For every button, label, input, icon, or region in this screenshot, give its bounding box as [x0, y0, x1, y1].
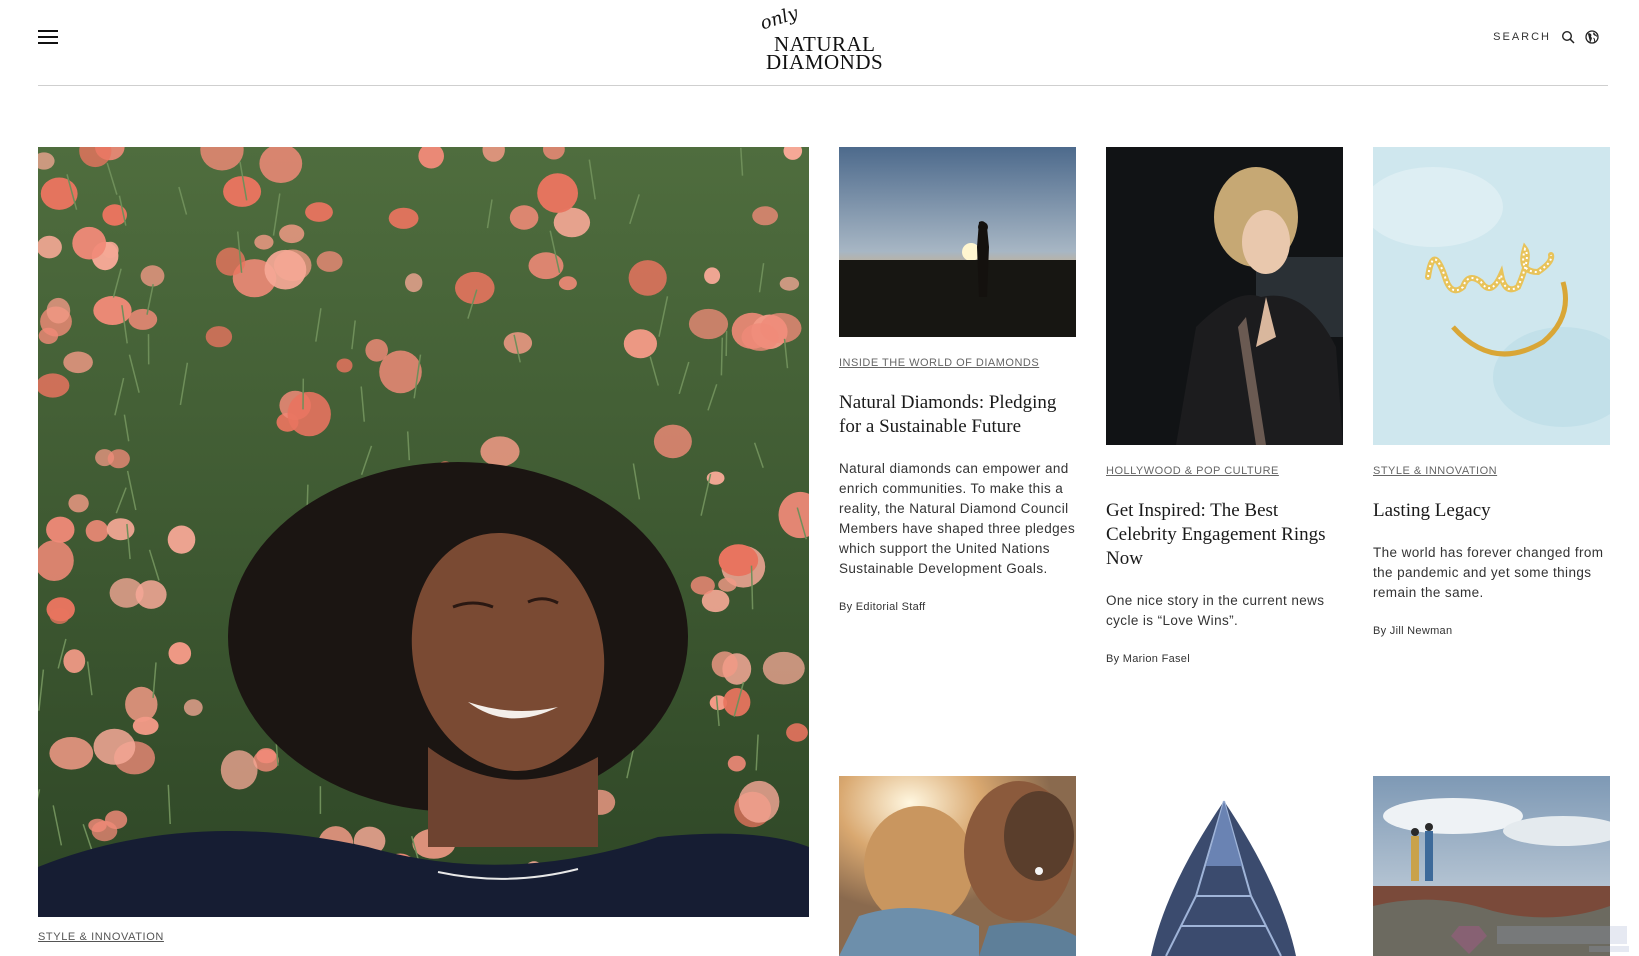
poppy-flower — [107, 449, 130, 469]
hamburger-menu-icon[interactable] — [38, 30, 58, 46]
poppy-flower — [49, 737, 94, 770]
poppy-flower — [762, 651, 805, 685]
poppy-flower — [128, 308, 158, 330]
poppy-flower — [723, 688, 751, 717]
poppy-flower — [388, 207, 419, 229]
poppy-flower — [264, 249, 307, 290]
poppy-flower — [628, 260, 667, 296]
article-byline: By Marion Fasel — [1106, 653, 1190, 665]
site-header: only NATURAL DIAMONDS SEARCH — [0, 0, 1639, 86]
article-byline: By Editorial Staff — [839, 601, 926, 613]
poppy-flower — [537, 173, 578, 213]
poppy-flower — [106, 518, 135, 541]
poppy-flower — [727, 755, 746, 772]
poppy-flower — [752, 206, 778, 226]
article-category-link[interactable]: STYLE & INNOVATION — [1373, 465, 1610, 477]
poppy-flower — [336, 358, 353, 373]
hero-category-link[interactable]: STYLE & INNOVATION — [38, 931, 164, 943]
poppy-flower — [140, 265, 165, 287]
poppy-flower — [49, 608, 70, 624]
poppy-flower — [704, 267, 721, 284]
couple-photo-illustration — [839, 776, 1076, 956]
poppy-flower — [105, 810, 128, 830]
article-excerpt: The world has forever changed from the p… — [1373, 545, 1604, 600]
watermark-logo — [1451, 926, 1629, 954]
poppy-flower — [63, 649, 86, 673]
article-excerpt: Natural diamonds can empower and enrich … — [839, 461, 1076, 576]
poppy-flower — [63, 351, 93, 374]
poppy-flower — [46, 516, 75, 543]
poppy-flower — [509, 205, 539, 230]
poppy-flower — [68, 494, 89, 513]
poppy-flower — [223, 176, 262, 207]
poppy-flower — [125, 686, 158, 723]
poppy-flower — [85, 520, 109, 542]
poppy-flower — [93, 728, 136, 765]
poppy-flower — [287, 391, 331, 437]
celebrity-photo-illustration — [1106, 147, 1343, 445]
poppy-flower — [93, 296, 132, 325]
poppy-flower — [786, 723, 808, 742]
poppy-flower — [220, 750, 258, 790]
article-byline: By Jill Newman — [1373, 625, 1453, 637]
poppy-flower — [135, 580, 167, 609]
poppy-flower — [205, 326, 233, 348]
poppy-flower — [558, 276, 577, 291]
grass-stem — [720, 337, 724, 376]
search-label[interactable]: SEARCH — [1493, 31, 1551, 43]
poppy-flower — [183, 699, 203, 716]
article-thumbnail[interactable] — [839, 776, 1076, 956]
poppy-flower — [690, 576, 715, 595]
article-card: STYLE & INNOVATION Lasting Legacy The wo… — [1373, 147, 1610, 637]
article-card: HOLLYWOOD & POP CULTURE Get Inspired: Th… — [1106, 147, 1343, 665]
poppy-flower — [316, 251, 343, 272]
poppy-flower — [718, 577, 737, 592]
header-actions: SEARCH — [1493, 30, 1599, 44]
hero-image[interactable] — [38, 147, 809, 917]
article-thumbnail[interactable] — [839, 147, 1076, 337]
poppy-flower — [132, 716, 159, 736]
globe-icon[interactable] — [1585, 30, 1599, 44]
poppy-flower — [167, 525, 196, 554]
article-category-link[interactable]: HOLLYWOOD & POP CULTURE — [1106, 465, 1343, 477]
poppy-flower — [688, 308, 729, 340]
article-excerpt: One nice story in the current news cycle… — [1106, 593, 1325, 628]
article-title-link[interactable]: Lasting Legacy — [1373, 499, 1610, 523]
logo-script-text: only — [757, 2, 801, 35]
poppy-flower — [741, 323, 779, 351]
article-thumbnail[interactable] — [1106, 147, 1343, 445]
poppy-flower — [623, 329, 658, 359]
poppy-flower — [779, 276, 800, 291]
article-category-link[interactable]: INSIDE THE WORLD OF DIAMONDS — [839, 357, 1076, 369]
poppy-flower — [738, 780, 780, 823]
article-thumbnail[interactable] — [1106, 776, 1343, 956]
poppy-flower — [653, 424, 692, 459]
poppy-flower — [254, 234, 274, 250]
site-logo[interactable]: only NATURAL DIAMONDS — [756, 3, 891, 74]
article-title-link[interactable]: Natural Diamonds: Pledging for a Sustain… — [839, 391, 1076, 439]
header-divider — [38, 85, 1608, 86]
article-card: INSIDE THE WORLD OF DIAMONDS Natural Dia… — [839, 147, 1076, 613]
hero-photo-illustration — [38, 147, 809, 917]
love-ring-photo-illustration — [1373, 147, 1610, 445]
search-icon[interactable] — [1561, 30, 1575, 44]
article-title-link[interactable]: Get Inspired: The Best Celebrity Engagem… — [1106, 499, 1343, 571]
poppy-flower — [305, 202, 333, 222]
poppy-flower — [405, 273, 423, 293]
poppy-flower — [455, 271, 495, 305]
poppy-flower — [46, 297, 71, 324]
poppy-flower — [72, 226, 107, 260]
poppy-flower — [279, 224, 305, 244]
article-thumbnail[interactable] — [1373, 147, 1610, 445]
poppy-flower — [711, 651, 738, 678]
poppy-flower — [168, 642, 192, 665]
poppy-flower — [480, 436, 520, 467]
logo-line-2: DIAMONDS — [766, 50, 884, 74]
sunset-photo-illustration — [839, 147, 1076, 337]
blue-diamond-photo-illustration — [1106, 776, 1343, 956]
